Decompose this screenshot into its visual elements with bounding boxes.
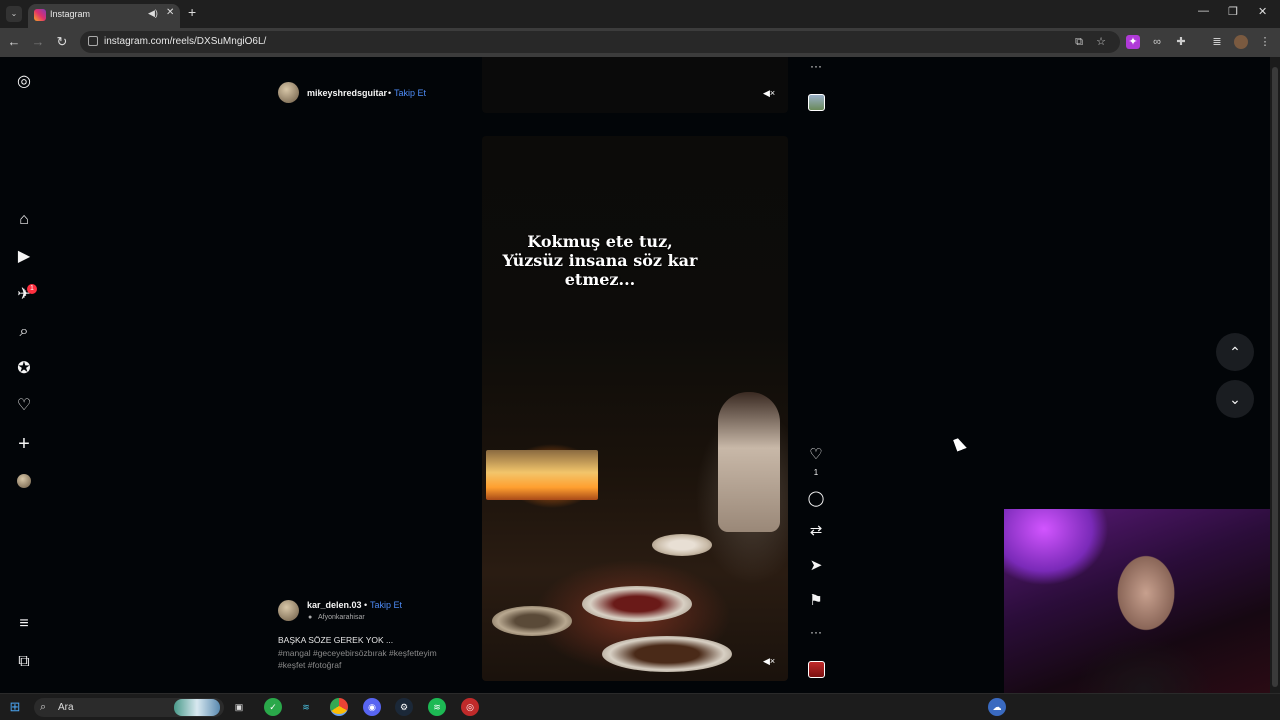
extension-2-icon[interactable]: ∞: [1150, 35, 1164, 49]
home-icon[interactable]: ⌂: [14, 210, 34, 230]
app-3-icon[interactable]: ◎: [461, 698, 479, 716]
spotify-icon[interactable]: ≋: [428, 698, 446, 716]
location-pin-icon: ●: [308, 614, 313, 621]
site-info-icon[interactable]: [88, 36, 98, 46]
new-tab-button[interactable]: +: [188, 4, 196, 20]
search-placeholder: Ara: [58, 702, 74, 713]
explore-icon[interactable]: ✪: [14, 359, 34, 379]
tab-title: Instagram: [50, 9, 91, 19]
back-button[interactable]: ←: [6, 34, 22, 49]
url-text[interactable]: instagram.com/reels/DXSuMngiO6L/: [104, 36, 266, 47]
windows-taskbar: ⊞ ⌕ Ara ▣ ✓ ≋ ◉ ⚙ ≋ ◎ ☁: [0, 693, 1280, 720]
instagram-favicon-icon: [34, 9, 46, 21]
steam-icon[interactable]: ⚙: [395, 698, 413, 716]
search-icon: ⌕: [40, 701, 47, 713]
comment-icon[interactable]: ◯: [806, 489, 826, 507]
plate-image: [652, 534, 712, 556]
previous-reel-avatar[interactable]: [278, 82, 299, 103]
current-reel-video[interactable]: Kokmuş ete tuz, Yüzsüz insana söz kar et…: [482, 136, 788, 681]
close-window-button[interactable]: ✕: [1258, 5, 1267, 18]
tab-search-button[interactable]: ⌄: [6, 6, 22, 22]
save-icon[interactable]: ⚑: [806, 591, 826, 609]
minimize-button[interactable]: —: [1198, 5, 1209, 17]
like-count[interactable]: 1: [806, 468, 826, 477]
discord-icon[interactable]: ◉: [363, 698, 381, 716]
plate-image: [492, 606, 572, 636]
mute-icon[interactable]: ◀×: [763, 88, 775, 99]
app-2-icon[interactable]: ≋: [297, 698, 315, 716]
share-icon[interactable]: ➤: [806, 556, 826, 574]
address-bar[interactable]: instagram.com/reels/DXSuMngiO6L/ ⧉ ☆: [80, 31, 1120, 53]
current-reel-avatar[interactable]: [278, 600, 299, 621]
extensions-puzzle-icon[interactable]: ✚: [1174, 35, 1188, 49]
person-image: [718, 392, 780, 532]
bookmark-star-icon[interactable]: ☆: [1094, 35, 1108, 49]
reel-hashtags[interactable]: #mangal #geceyebirsözbırak #keşfetteyim …: [278, 647, 458, 671]
like-icon[interactable]: ♡: [806, 445, 826, 463]
tab-close-button[interactable]: ✕: [166, 7, 174, 18]
reels-icon[interactable]: ▶: [14, 247, 34, 267]
fireplace-image: [486, 450, 598, 500]
scrollbar-thumb[interactable]: [1272, 67, 1278, 687]
app-icon[interactable]: ✓: [264, 698, 282, 716]
previous-more-icon[interactable]: ···: [806, 59, 826, 73]
create-icon[interactable]: +: [14, 434, 34, 454]
extension-icon[interactable]: ✦: [1126, 35, 1140, 49]
separator-dot: •: [388, 88, 392, 98]
start-button[interactable]: ⊞: [6, 698, 24, 716]
search-highlight-image: [174, 699, 220, 716]
chrome-icon[interactable]: [330, 698, 348, 716]
restore-button[interactable]: ❐: [1228, 5, 1238, 18]
media-controls-icon[interactable]: ≣: [1210, 35, 1224, 49]
repost-icon[interactable]: ⇄: [806, 521, 826, 539]
previous-reel-video[interactable]: ◀×: [482, 57, 788, 113]
previous-reel-username[interactable]: mikeyshredsguitar: [307, 88, 387, 98]
task-view-icon[interactable]: ▣: [230, 698, 248, 716]
browser-toolbar: ← → ↻ instagram.com/reels/DXSuMngiO6L/ ⧉…: [0, 28, 1280, 57]
reload-button[interactable]: ↻: [54, 34, 70, 50]
instagram-logo-icon[interactable]: ◎: [14, 72, 34, 92]
plate-image: [602, 636, 732, 672]
tab-instagram[interactable]: Instagram ◀) ✕: [28, 4, 180, 28]
browser-menu-icon[interactable]: ⋮: [1258, 35, 1272, 49]
webcam-overlay: [1004, 509, 1270, 693]
plate-image: [582, 586, 692, 622]
previous-reel-button[interactable]: ⌃: [1216, 333, 1254, 371]
profile-avatar[interactable]: [17, 474, 31, 488]
separator-dot: •: [364, 600, 368, 610]
tab-audio-icon[interactable]: ◀): [148, 8, 158, 19]
overlay-line-1: Kokmuş ete tuz,: [527, 232, 673, 251]
notifications-icon[interactable]: ♡: [14, 396, 34, 416]
more-icon[interactable]: ≡: [14, 614, 34, 634]
current-reel-username[interactable]: kar_delen.03: [307, 600, 362, 610]
instagram-reels-page: ◎ ⌂ ▶ ✈ 1 ⌕ ✪ ♡ + ≡ ⧉ mikeyshredsguitar …: [0, 57, 1270, 693]
meta-icon[interactable]: ⧉: [14, 652, 34, 672]
weather-icon[interactable]: ☁: [988, 698, 1006, 716]
audio-thumbnail[interactable]: [808, 661, 825, 678]
browser-tab-bar: ⌄ Instagram ◀) ✕ + — ❐ ✕: [0, 0, 1280, 28]
next-reel-button[interactable]: ⌄: [1216, 380, 1254, 418]
overlay-line-3: etmez...: [564, 270, 636, 289]
location-text[interactable]: Afyonkarahisar: [318, 614, 365, 621]
more-options-icon[interactable]: ···: [806, 625, 826, 639]
taskbar-search[interactable]: ⌕ Ara: [34, 698, 224, 717]
page-scrollbar[interactable]: [1270, 57, 1280, 693]
reel-caption: BAŞKA SÖZE GEREK YOK ...: [278, 635, 394, 645]
forward-button[interactable]: →: [30, 34, 46, 49]
mute-icon[interactable]: ◀×: [763, 656, 775, 667]
overlay-line-2: Yüzsüz insana söz kar: [502, 251, 698, 270]
mouse-cursor: [953, 436, 967, 452]
previous-follow-button[interactable]: Takip Et: [394, 88, 426, 98]
previous-audio-thumbnail[interactable]: [808, 94, 825, 111]
current-follow-button[interactable]: Takip Et: [370, 600, 402, 610]
search-icon[interactable]: ⌕: [14, 322, 34, 342]
profile-avatar-icon[interactable]: [1234, 35, 1248, 49]
notification-badge: 1: [27, 284, 37, 294]
install-app-icon[interactable]: ⧉: [1072, 35, 1086, 49]
video-overlay-text: Kokmuş ete tuz, Yüzsüz insana söz kar et…: [482, 232, 718, 289]
